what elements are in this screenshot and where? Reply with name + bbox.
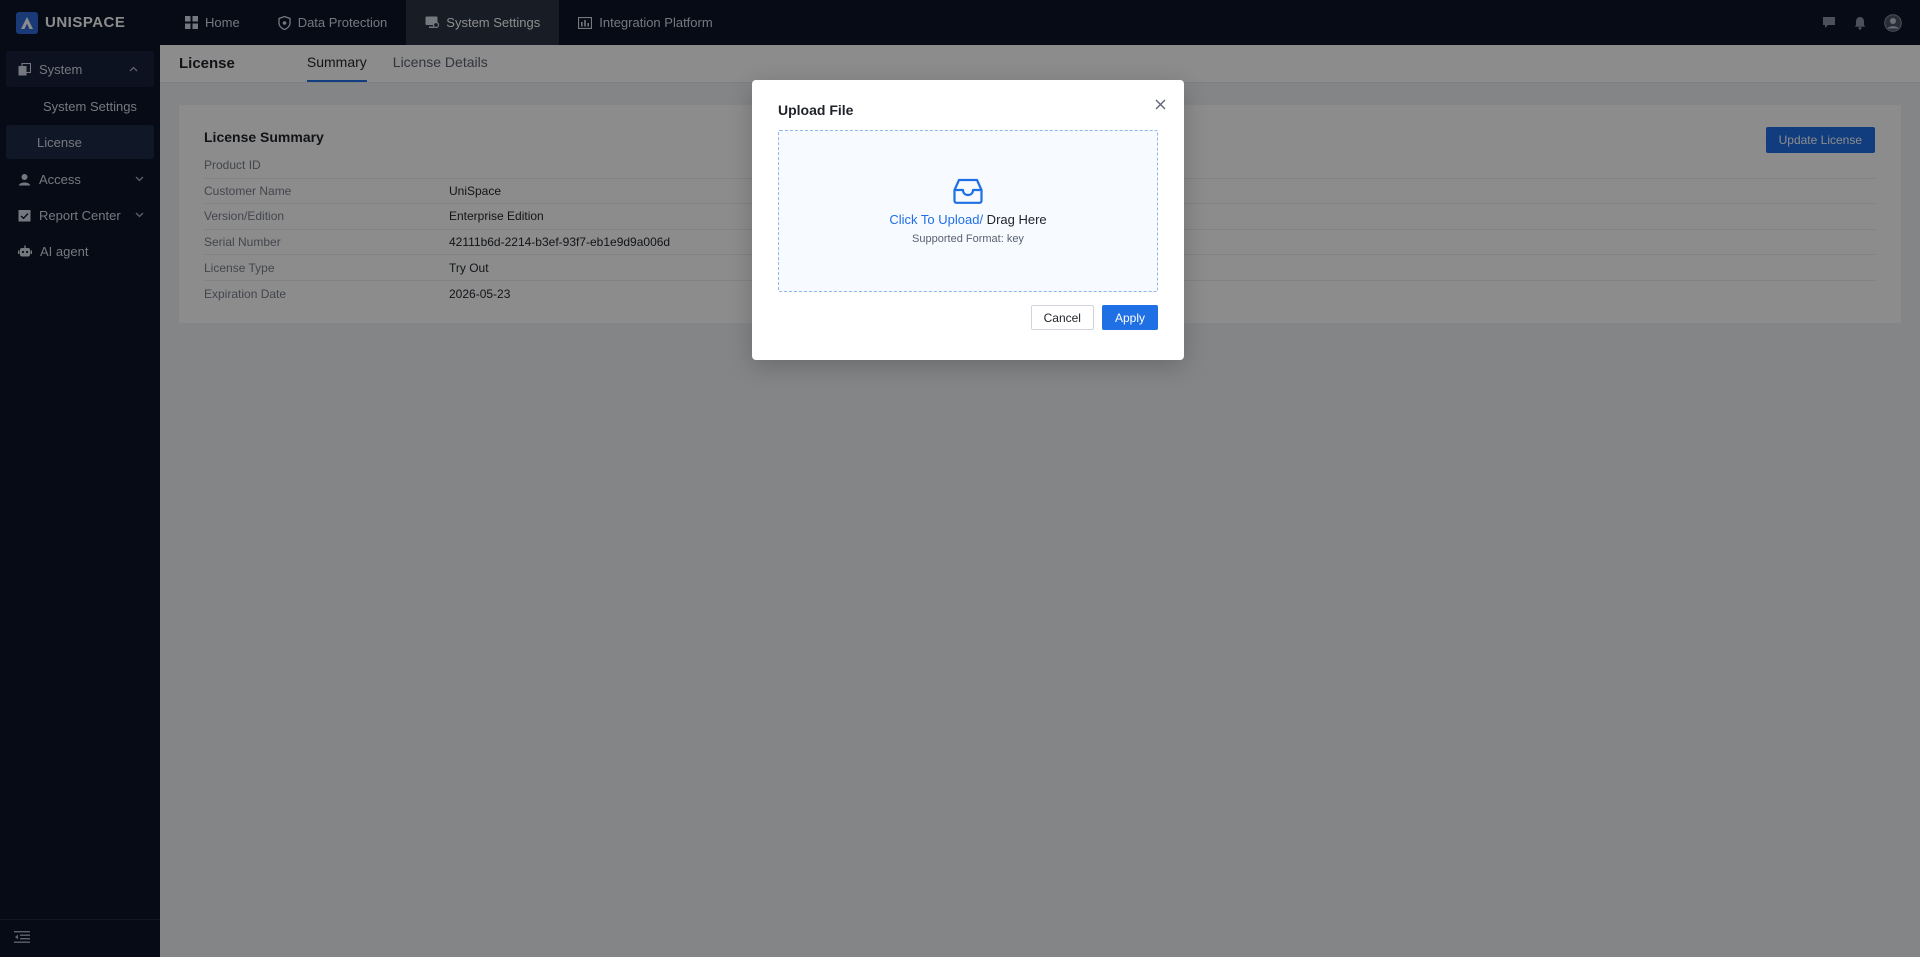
apply-button[interactable]: Apply [1101, 305, 1158, 330]
upload-dropzone[interactable]: Click To Upload/ Drag Here Supported For… [778, 130, 1158, 292]
dialog-title: Upload File [778, 102, 854, 118]
inbox-icon [953, 178, 983, 204]
upload-file-dialog: Upload File Click To Upload/ Drag Here S… [752, 80, 1184, 360]
cancel-button[interactable]: Cancel [1030, 305, 1094, 330]
supported-format-hint: Supported Format: key [912, 232, 1024, 245]
dialog-actions: Cancel Apply [1030, 305, 1158, 330]
drag-here-text: Drag Here [983, 211, 1047, 227]
close-icon[interactable] [1152, 96, 1168, 112]
click-to-upload-link[interactable]: Click To Upload/ [889, 212, 983, 227]
upload-instruction: Click To Upload/ Drag Here [889, 212, 1046, 227]
